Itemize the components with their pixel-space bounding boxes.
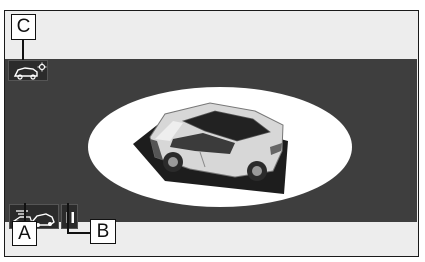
- vehicle-3d-view: [88, 87, 352, 207]
- pause-button[interactable]: [61, 204, 78, 229]
- car-camera-settings-icon: [13, 62, 47, 80]
- view-toggle-button[interactable]: [8, 60, 48, 81]
- callout-b-leader-vertical: [67, 203, 69, 233]
- callout-c-leader: [22, 40, 24, 60]
- callout-b-leader-horizontal: [67, 232, 90, 234]
- callout-b-label: B: [90, 219, 116, 244]
- pause-icon: [66, 212, 74, 223]
- vehicle-model: [149, 102, 284, 181]
- callout-a-leader: [24, 203, 26, 221]
- callout-a-label: A: [12, 221, 37, 246]
- camera-view-screen: [5, 59, 417, 222]
- callout-c-label: C: [11, 14, 36, 40]
